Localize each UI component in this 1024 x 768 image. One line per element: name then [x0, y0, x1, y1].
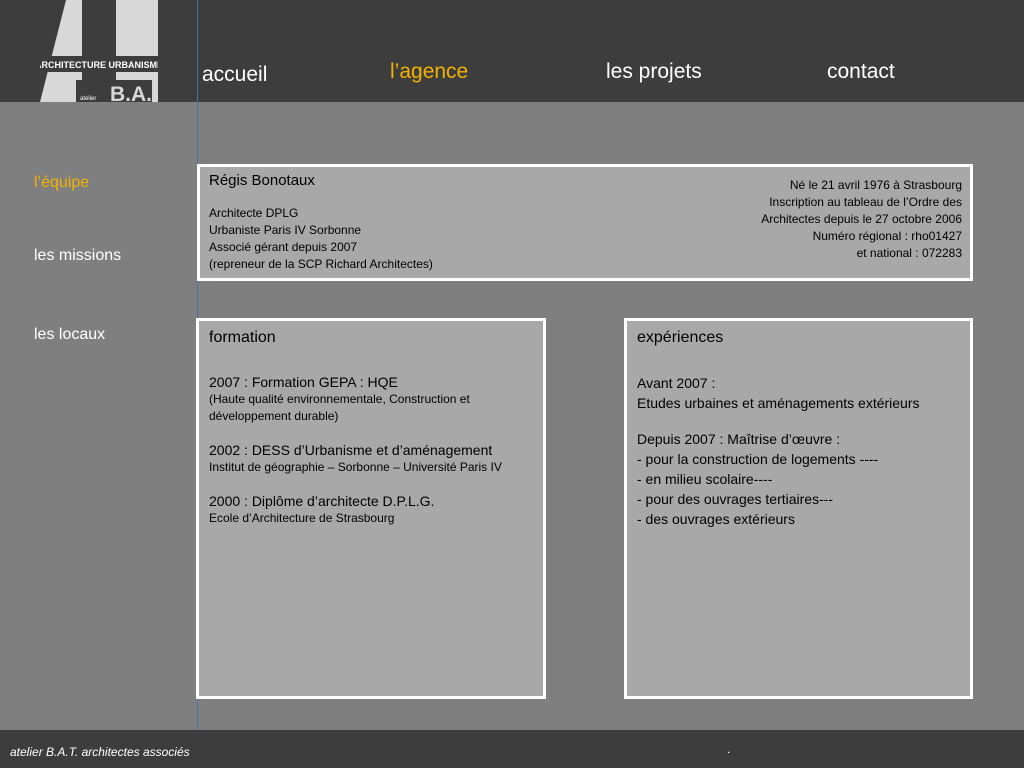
- profile-panel: Régis Bonotaux Architecte DPLG Urbaniste…: [197, 164, 973, 281]
- header: ARCHITECTURE URBANISME atelier B.A.T. ac…: [0, 0, 1024, 102]
- footer: atelier B.A.T. architectes associés .: [0, 730, 1024, 768]
- profile-title-line: (repreneur de la SCP Richard Architectes…: [209, 257, 433, 271]
- profile-detail-line: Architectes depuis le 27 octobre 2006: [761, 212, 962, 226]
- experience-line: - des ouvrages extérieurs: [637, 511, 795, 527]
- formation-entry: 2002 : DESS d’Urbanisme et d’aménagement…: [209, 441, 535, 476]
- sidebar-item-equipe[interactable]: l’équipe: [34, 174, 89, 192]
- logo-mark: ARCHITECTURE URBANISME atelier B.A.T.: [40, 0, 158, 102]
- nav-contact[interactable]: contact: [827, 60, 895, 84]
- nav-agence[interactable]: l’agence: [390, 60, 468, 84]
- experience-line: - pour la construction de logements ----: [637, 451, 879, 467]
- formation-entry-title: 2000 : Diplôme d’architecte D.P.L.G.: [209, 493, 435, 509]
- logo[interactable]: ARCHITECTURE URBANISME atelier B.A.T.: [40, 0, 158, 102]
- experiences-title: expériences: [637, 329, 724, 346]
- profile-details: Né le 21 avril 1976 à Strasbourg Inscrip…: [761, 177, 962, 262]
- formation-panel: formation 2007 : Formation GEPA : HQE (H…: [196, 318, 546, 699]
- formation-title: formation: [209, 329, 276, 346]
- profile-title-line: Architecte DPLG: [209, 206, 299, 220]
- formation-entry: 2007 : Formation GEPA : HQE (Haute quali…: [209, 373, 535, 425]
- experience-line: Depuis 2007 : Maîtrise d’œuvre :: [637, 431, 841, 447]
- profile-name: Régis Bonotaux: [209, 172, 315, 189]
- sidebar-item-locaux[interactable]: les locaux: [34, 326, 105, 344]
- formation-entry-title: 2002 : DESS d’Urbanisme et d’aménagement: [209, 442, 493, 458]
- profile-detail-line: et national : 072283: [856, 246, 962, 260]
- formation-entry-detail: (Haute qualité environnementale, Constru…: [209, 392, 470, 423]
- logo-text-mark: B.A.T.: [110, 83, 158, 102]
- formation-list: 2007 : Formation GEPA : HQE (Haute quali…: [209, 373, 535, 543]
- formation-entry-detail: Institut de géographie – Sorbonne – Univ…: [209, 460, 502, 474]
- profile-detail-line: Inscription au tableau de l’Ordre des: [769, 195, 962, 209]
- formation-entry: 2000 : Diplôme d’architecte D.P.L.G. Eco…: [209, 492, 535, 527]
- profile-title-line: Urbaniste Paris IV Sorbonne: [209, 223, 362, 237]
- experience-line: - en milieu scolaire----: [637, 471, 773, 487]
- profile-titles: Architecte DPLG Urbaniste Paris IV Sorbo…: [209, 205, 433, 273]
- experience-line: Avant 2007 :: [637, 375, 716, 391]
- experience-line: - pour des ouvrages tertiaires---: [637, 491, 834, 507]
- formation-entry-title: 2007 : Formation GEPA : HQE: [209, 374, 398, 390]
- nav-accueil[interactable]: accueil: [202, 63, 267, 87]
- footer-dot: .: [727, 742, 731, 756]
- profile-title-line: Associé gérant depuis 2007: [209, 240, 358, 254]
- logo-text-line1: ARCHITECTURE URBANISME: [40, 60, 158, 70]
- nav-projets[interactable]: les projets: [606, 60, 702, 84]
- experience-block: Avant 2007 : Etudes urbaines et aménagem…: [637, 373, 962, 413]
- footer-text: atelier B.A.T. architectes associés: [10, 745, 190, 759]
- profile-detail-line: Né le 21 avril 1976 à Strasbourg: [789, 178, 962, 192]
- experiences-panel: expériences Avant 2007 : Etudes urbaines…: [624, 318, 973, 699]
- sidebar-item-missions[interactable]: les missions: [34, 247, 121, 265]
- experiences-list: Avant 2007 : Etudes urbaines et aménagem…: [637, 373, 962, 545]
- experience-block: Depuis 2007 : Maîtrise d’œuvre : - pour …: [637, 429, 962, 529]
- profile-detail-line: Numéro régional : rho01427: [812, 229, 962, 243]
- logo-text-small: atelier: [80, 96, 96, 102]
- formation-entry-detail: Ecole d’Architecture de Strasbourg: [209, 511, 395, 525]
- experience-line: Etudes urbaines et aménagements extérieu…: [637, 395, 920, 411]
